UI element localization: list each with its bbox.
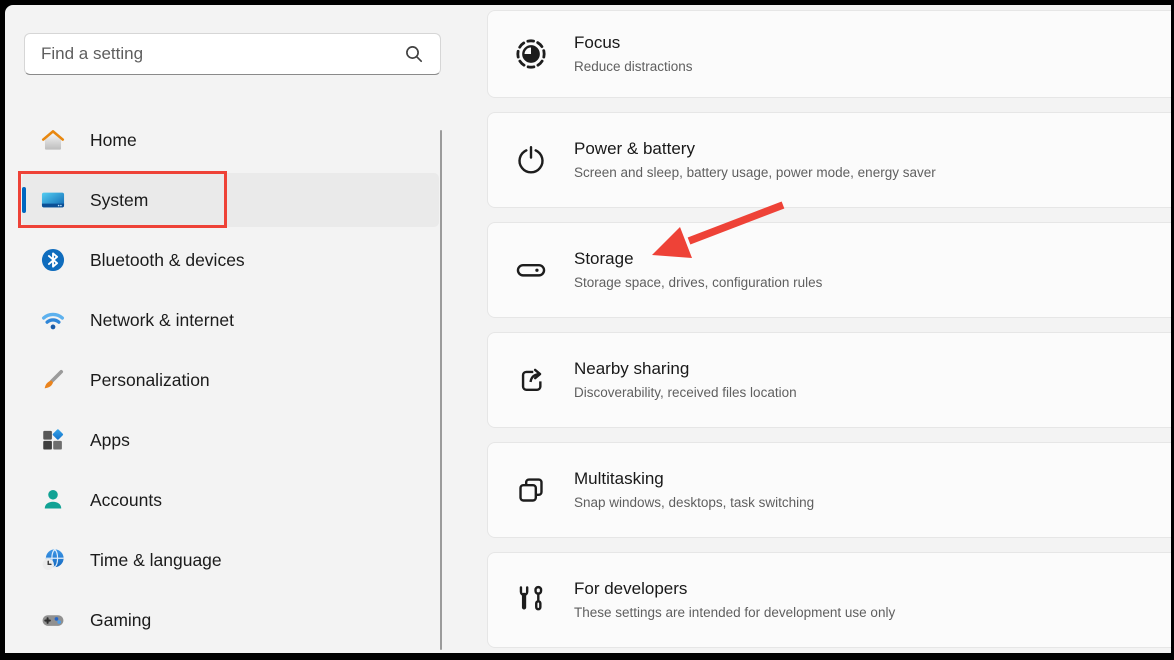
network-icon: [40, 307, 66, 333]
accent-pill: [22, 187, 26, 213]
power-icon: [514, 143, 548, 177]
sidebar-item-label: Accounts: [90, 490, 162, 511]
system-icon: [40, 187, 66, 213]
bluetooth-icon: [40, 247, 66, 273]
nearby-sharing-icon: [514, 363, 548, 397]
sidebar-nav: Home System Bluetooth & devices: [22, 113, 439, 653]
sidebar-item-label: Time & language: [90, 550, 222, 571]
sidebar-item-apps[interactable]: Apps: [22, 413, 439, 467]
time-language-icon: [40, 547, 66, 573]
card-subtitle: Storage space, drives, configuration rul…: [574, 275, 822, 291]
accounts-icon: [40, 487, 66, 513]
sidebar-item-label: Personalization: [90, 370, 210, 391]
sidebar-scrollbar[interactable]: [440, 130, 442, 650]
sidebar-item-home[interactable]: Home: [22, 113, 439, 167]
sidebar-item-gaming[interactable]: Gaming: [22, 593, 439, 647]
apps-icon: [40, 427, 66, 453]
card-subtitle: Screen and sleep, battery usage, power m…: [574, 165, 936, 181]
card-title: Storage: [574, 249, 822, 269]
sidebar-item-network-internet[interactable]: Network & internet: [22, 293, 439, 347]
sidebar-item-personalization[interactable]: Personalization: [22, 353, 439, 407]
card-title: Multitasking: [574, 469, 814, 489]
sidebar-item-bluetooth-devices[interactable]: Bluetooth & devices: [22, 233, 439, 287]
sidebar-item-label: Bluetooth & devices: [90, 250, 245, 271]
card-storage[interactable]: Storage Storage space, drives, configura…: [487, 222, 1171, 318]
card-title: Power & battery: [574, 139, 936, 159]
card-for-developers[interactable]: For developers These settings are intend…: [487, 552, 1171, 648]
sidebar-item-label: Apps: [90, 430, 130, 451]
sidebar-item-label: Network & internet: [90, 310, 234, 331]
personalization-icon: [40, 367, 66, 393]
card-title: Nearby sharing: [574, 359, 797, 379]
search-input[interactable]: [25, 44, 402, 64]
card-title: Focus: [574, 33, 693, 53]
card-power-battery[interactable]: Power & battery Screen and sleep, batter…: [487, 112, 1171, 208]
gaming-icon: [40, 607, 66, 633]
sidebar-item-label: Home: [90, 130, 137, 151]
card-title: For developers: [574, 579, 895, 599]
multitasking-icon: [514, 473, 548, 507]
search-box[interactable]: [24, 33, 441, 75]
search-icon[interactable]: [402, 42, 426, 66]
for-developers-icon: [514, 583, 548, 617]
sidebar-item-label: System: [90, 190, 148, 211]
sidebar-item-system[interactable]: System: [22, 173, 439, 227]
card-subtitle: Discoverability, received files location: [574, 385, 797, 401]
card-multitasking[interactable]: Multitasking Snap windows, desktops, tas…: [487, 442, 1171, 538]
card-nearby-sharing[interactable]: Nearby sharing Discoverability, received…: [487, 332, 1171, 428]
sidebar-item-label: Gaming: [90, 610, 151, 631]
focus-icon: [514, 37, 548, 71]
storage-icon: [514, 253, 548, 287]
sidebar-item-accounts[interactable]: Accounts: [22, 473, 439, 527]
sidebar-item-time-language[interactable]: Time & language: [22, 533, 439, 587]
card-subtitle: Snap windows, desktops, task switching: [574, 495, 814, 511]
card-subtitle: Reduce distractions: [574, 59, 693, 75]
home-icon: [40, 127, 66, 153]
card-focus[interactable]: Focus Reduce distractions: [487, 10, 1171, 98]
card-subtitle: These settings are intended for developm…: [574, 605, 895, 621]
settings-window: Home System Bluetooth & devices: [5, 5, 1171, 653]
